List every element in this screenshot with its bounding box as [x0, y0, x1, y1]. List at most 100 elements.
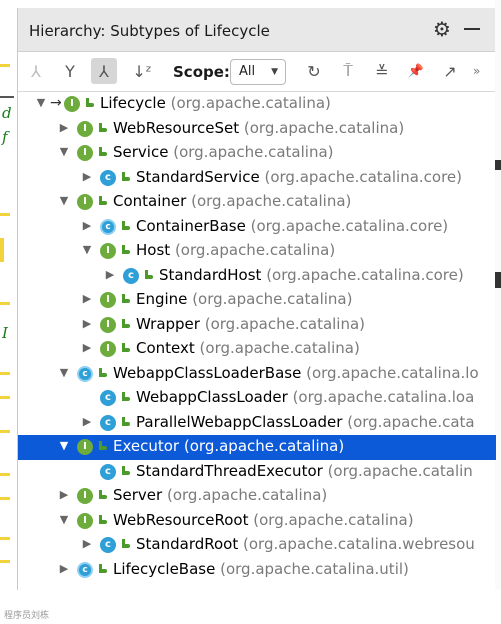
expand-arrow-right-icon[interactable]: ▶: [80, 537, 94, 550]
tree-row-label: StandardRoot (org.apache.catalina.webres…: [136, 535, 475, 553]
package-name: (org.apache.catalina.util): [220, 559, 409, 578]
expand-arrow-down-icon[interactable]: ▼: [80, 243, 94, 256]
tree-row[interactable]: ▶ c ParallelWebappClassLoader (org.apache.…: [18, 411, 496, 436]
public-modifier-icon: [97, 563, 108, 575]
package-name: (org.apache.catalin: [327, 461, 473, 480]
tree-row[interactable]: ▼ I Service (org.apache.catalina): [18, 141, 496, 166]
type-name: StandardRoot: [136, 535, 239, 553]
tree-row[interactable]: ▶ I Engine (org.apache.catalina): [18, 288, 496, 313]
public-modifier-icon: [120, 294, 131, 305]
tree-row-label: Container (org.apache.catalina): [113, 192, 351, 210]
minimize-icon[interactable]: [464, 28, 480, 30]
tree-row-label: WebappClassLoader (org.apache.catalina.l…: [136, 388, 474, 406]
gear-icon[interactable]: ⚙: [431, 18, 453, 40]
tree-row[interactable]: ▼ → I Lifecycle (org.apache.catalina): [18, 92, 496, 117]
public-modifier-icon: [143, 269, 154, 281]
tree-row[interactable]: ▶ c StandardService (org.apache.catalina.c…: [18, 166, 496, 191]
tree-row[interactable]: ▶ I WebResourceSet (org.apache.catalina): [18, 117, 496, 142]
tree-row[interactable]: ▼ I Container (org.apache.catalina): [18, 190, 496, 215]
more-actions-icon[interactable]: »: [473, 64, 480, 78]
package-name: (org.apache.catalina.core): [266, 265, 464, 284]
tree-row-label: StandardService (org.apache.catalina.cor…: [136, 168, 462, 186]
tree-row-label: Lifecycle (org.apache.catalina): [100, 94, 331, 112]
tree-row[interactable]: ▼ I Host (org.apache.catalina): [18, 239, 496, 264]
scope-select[interactable]: All ▼: [230, 59, 286, 85]
expand-arrow-right-icon[interactable]: ▶: [103, 268, 117, 281]
type-name: StandardHost: [159, 265, 262, 284]
expand-arrow-right-icon[interactable]: ▶: [57, 488, 71, 501]
package-name: (org.apache.catalina.webresou: [243, 535, 475, 553]
public-modifier-icon: [97, 490, 108, 501]
tree-row[interactable]: ▶ I Server (org.apache.catalina): [18, 484, 496, 509]
expand-arrow-down-icon[interactable]: ▼: [57, 366, 71, 379]
tree-row[interactable]: ▼ I Executor (org.apache.catalina): [18, 435, 496, 460]
tree-row[interactable]: ▶ c StandardRoot (org.apache.catalina.webr…: [18, 533, 496, 558]
tree-row[interactable]: ▶ c LifecycleBase (org.apache.catalina.uti…: [18, 558, 496, 583]
expand-arrow-right-icon[interactable]: ▶: [80, 292, 94, 305]
class-icon: c: [100, 390, 116, 406]
expand-arrow-down-icon[interactable]: ▼: [34, 96, 48, 109]
subtypes-hierarchy-button[interactable]: ⅄: [91, 58, 117, 84]
interface-icon: I: [64, 96, 80, 112]
expand-arrow-right-icon[interactable]: ▶: [57, 121, 71, 134]
expand-arrow-right-icon[interactable]: ▶: [80, 317, 94, 330]
interface-icon: I: [77, 512, 93, 529]
public-modifier-icon: [120, 539, 131, 550]
package-name: (org.apache.catalina): [166, 486, 328, 504]
tree-row[interactable]: ▶ c StandardHost (org.apache.catalina.core…: [18, 264, 496, 289]
package-name: (org.apache.catalina): [253, 510, 414, 529]
expand-arrow-right-icon[interactable]: ▶: [57, 562, 71, 575]
sort-alphabetically-button[interactable]: ↓ᶻ: [129, 58, 155, 84]
type-hierarchy-button[interactable]: ⅄: [23, 58, 49, 84]
tree-row[interactable]: ▼ I WebResourceRoot (org.apache.catalina): [18, 509, 496, 534]
package-name: (org.apache.catalina.lo: [306, 363, 479, 382]
tree-row[interactable]: ▶ I Context (org.apache.catalina): [18, 337, 496, 362]
pin-button[interactable]: 📌: [403, 58, 429, 84]
type-name: WebappClassLoaderBase: [113, 363, 302, 382]
public-modifier-icon: [120, 245, 131, 256]
expand-arrow-right-icon[interactable]: ▶: [80, 415, 94, 428]
expand-arrow-down-icon[interactable]: ▼: [57, 194, 71, 207]
tree-row-label: Executor (org.apache.catalina): [113, 437, 344, 455]
expand-arrow-down-icon[interactable]: ▼: [57, 513, 71, 526]
gutter-marker: [0, 64, 10, 67]
tree-row[interactable]: c WebappClassLoader (org.apache.catalina.…: [18, 386, 496, 411]
tree-row-label: Server (org.apache.catalina): [113, 486, 327, 504]
autoscroll-to-source-button[interactable]: ⍑: [335, 58, 361, 84]
collapse-all-button[interactable]: ≚: [369, 58, 395, 84]
scope-value: All: [239, 64, 256, 79]
public-modifier-icon: [84, 98, 95, 109]
package-name: (org.apache.catalina.core): [250, 216, 449, 235]
public-modifier-icon: [97, 122, 108, 134]
type-name: Container: [113, 192, 187, 210]
public-modifier-icon: [120, 343, 131, 354]
refresh-button[interactable]: ↻: [301, 58, 327, 84]
package-name: (org.apache.catalina): [192, 290, 353, 308]
hierarchy-tree: ▼ → I Lifecycle (org.apache.catalina) ▶ I WebR…: [18, 92, 496, 582]
expand-arrow-down-icon[interactable]: ▼: [57, 145, 71, 158]
interface-icon: I: [77, 439, 93, 455]
tree-row[interactable]: ▶ I Wrapper (org.apache.catalina): [18, 313, 496, 338]
tree-row-label: WebappClassLoaderBase (org.apache.catali…: [113, 364, 479, 382]
expand-arrow-right-icon[interactable]: ▶: [80, 219, 94, 232]
tree-row[interactable]: ▼ c WebappClassLoaderBase (org.apache.cata…: [18, 362, 496, 387]
abstract-class-icon: c: [77, 365, 93, 382]
collapse-all-icon: ≚: [375, 61, 389, 81]
expand-arrow-right-icon[interactable]: ▶: [80, 170, 94, 183]
open-in-new-tab-icon: ↗: [443, 61, 457, 81]
expand-arrow-down-icon[interactable]: ▼: [57, 439, 71, 452]
interface-icon: I: [100, 341, 116, 357]
open-in-tab-button[interactable]: ↗: [437, 58, 463, 84]
tree-row-label: Service (org.apache.catalina): [113, 143, 334, 161]
package-name: (org.apache.catalina): [173, 143, 334, 161]
type-name: Service: [113, 143, 169, 161]
package-name: (org.apache.catalina.core): [264, 167, 463, 186]
supertypes-hierarchy-button[interactable]: Y: [57, 58, 83, 84]
interface-icon: I: [77, 488, 93, 504]
tree-row[interactable]: ▶ c ContainerBase (org.apache.catalina.cor…: [18, 215, 496, 240]
type-name: ParallelWebappClassLoader: [136, 412, 343, 431]
interface-icon: I: [77, 120, 93, 137]
expand-arrow-right-icon[interactable]: ▶: [80, 341, 94, 354]
panel-title: Hierarchy: Subtypes of Lifecycle: [29, 22, 270, 40]
tree-row[interactable]: c StandardThreadExecutor (org.apache.cata…: [18, 460, 496, 485]
